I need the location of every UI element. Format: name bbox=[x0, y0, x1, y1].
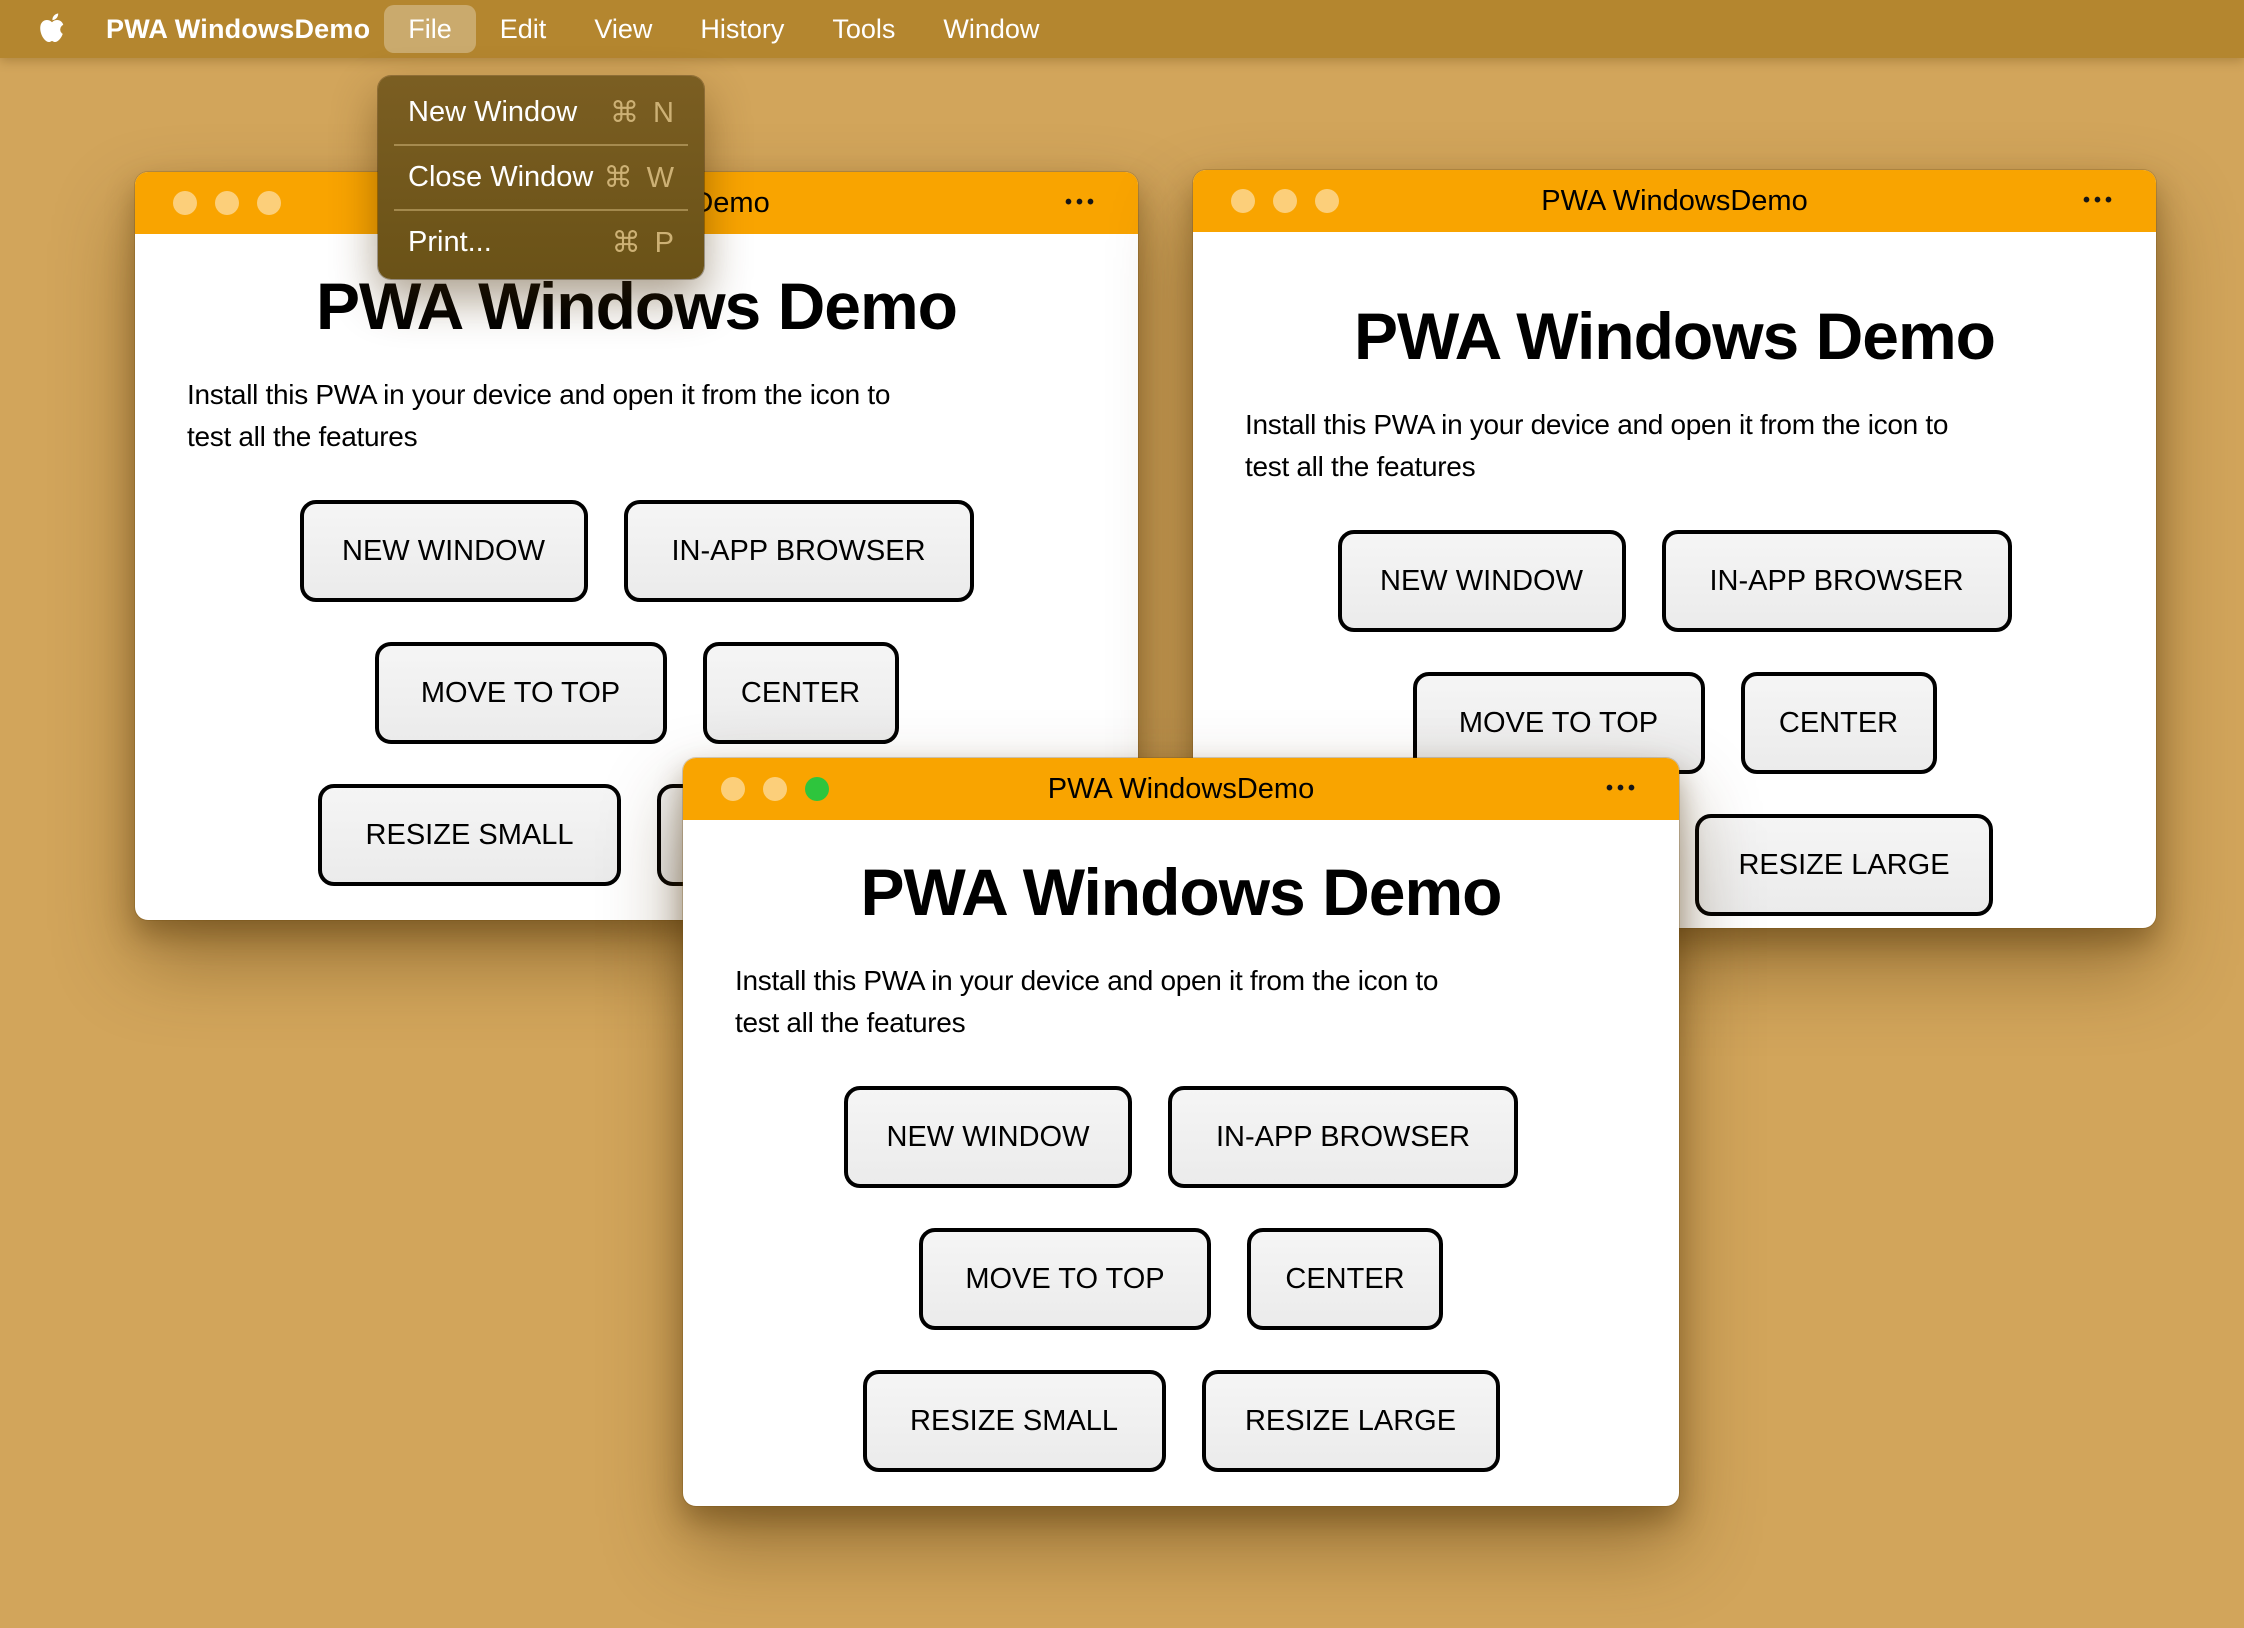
minimize-icon[interactable] bbox=[215, 191, 239, 215]
description-line: Install this PWA in your device and open… bbox=[735, 965, 1439, 996]
zoom-icon[interactable] bbox=[1315, 189, 1339, 213]
zoom-icon[interactable] bbox=[805, 777, 829, 801]
menubar: PWA WindowsDemo File Edit View History T… bbox=[0, 0, 2244, 58]
window-content: PWA Windows Demo Install this PWA in you… bbox=[683, 820, 1679, 1472]
close-icon[interactable] bbox=[721, 777, 745, 801]
minimize-icon[interactable] bbox=[763, 777, 787, 801]
button-row: MOVE TO TOP CENTER bbox=[735, 1228, 1627, 1330]
in-app-browser-button[interactable]: IN-APP BROWSER bbox=[623, 500, 974, 602]
menubar-app-name[interactable]: PWA WindowsDemo bbox=[106, 14, 370, 45]
menu-separator bbox=[394, 144, 688, 146]
menu-item-label: New Window bbox=[408, 96, 578, 128]
menu-item-close-window[interactable]: Close Window ⌘ W bbox=[378, 150, 704, 205]
button-row: RESIZE SMALL RESIZE LARGE bbox=[735, 1370, 1627, 1472]
shortcut-label: ⌘ P bbox=[611, 227, 677, 259]
pwa-window-front: PWA WindowsDemo ••• PWA Windows Demo Ins… bbox=[683, 758, 1679, 1506]
description: Install this PWA in your device and open… bbox=[187, 374, 1086, 458]
zoom-icon[interactable] bbox=[257, 191, 281, 215]
center-button[interactable]: CENTER bbox=[702, 642, 899, 744]
button-row: NEW WINDOW IN-APP BROWSER bbox=[1245, 530, 2104, 632]
center-button[interactable]: CENTER bbox=[1740, 672, 1937, 774]
resize-small-button[interactable]: RESIZE SMALL bbox=[318, 784, 621, 886]
menubar-item-edit[interactable]: Edit bbox=[476, 5, 571, 53]
menu-item-label: Close Window bbox=[408, 161, 594, 193]
page-title: PWA Windows Demo bbox=[860, 855, 1503, 929]
traffic-lights bbox=[173, 191, 281, 215]
shortcut-label: ⌘ W bbox=[603, 162, 677, 194]
menu-item-label: Print... bbox=[408, 226, 492, 258]
menu-separator bbox=[394, 209, 688, 211]
file-menu-dropdown: New Window ⌘ N Close Window ⌘ W Print...… bbox=[378, 76, 704, 279]
description: Install this PWA in your device and open… bbox=[1245, 404, 2104, 488]
description-line: Install this PWA in your device and open… bbox=[1245, 409, 1949, 440]
apple-icon[interactable] bbox=[38, 12, 66, 46]
page-title: PWA Windows Demo bbox=[316, 269, 958, 343]
in-app-browser-button[interactable]: IN-APP BROWSER bbox=[1168, 1086, 1518, 1188]
description-line: test all the features bbox=[1245, 451, 1476, 482]
menubar-item-tools[interactable]: Tools bbox=[808, 5, 919, 53]
more-menu-icon[interactable]: ••• bbox=[1065, 192, 1098, 215]
menubar-item-history[interactable]: History bbox=[676, 5, 808, 53]
center-button[interactable]: CENTER bbox=[1247, 1228, 1443, 1330]
more-menu-icon[interactable]: ••• bbox=[2083, 190, 2116, 213]
button-grid: NEW WINDOW IN-APP BROWSER MOVE TO TOP CE… bbox=[735, 1086, 1627, 1472]
button-row: NEW WINDOW IN-APP BROWSER bbox=[735, 1086, 1627, 1188]
resize-large-button[interactable]: RESIZE LARGE bbox=[1695, 814, 1993, 916]
close-icon[interactable] bbox=[1231, 189, 1255, 213]
move-to-top-button[interactable]: MOVE TO TOP bbox=[919, 1228, 1211, 1330]
button-row: NEW WINDOW IN-APP BROWSER bbox=[187, 500, 1086, 602]
resize-small-button[interactable]: RESIZE SMALL bbox=[862, 1370, 1166, 1472]
new-window-button[interactable]: NEW WINDOW bbox=[1337, 530, 1626, 632]
description-line: test all the features bbox=[735, 1007, 966, 1038]
window-title: PWA WindowsDemo bbox=[1047, 772, 1315, 805]
minimize-icon[interactable] bbox=[1273, 189, 1297, 213]
description: Install this PWA in your device and open… bbox=[735, 960, 1627, 1044]
description-line: test all the features bbox=[187, 421, 418, 452]
traffic-lights bbox=[721, 777, 829, 801]
shortcut-label: ⌘ N bbox=[610, 97, 677, 129]
new-window-button[interactable]: NEW WINDOW bbox=[299, 500, 588, 602]
resize-large-button[interactable]: RESIZE LARGE bbox=[1201, 1370, 1500, 1472]
description-line: Install this PWA in your device and open… bbox=[187, 379, 891, 410]
move-to-top-button[interactable]: MOVE TO TOP bbox=[374, 642, 667, 744]
menu-item-print[interactable]: Print... ⌘ P bbox=[378, 215, 704, 270]
in-app-browser-button[interactable]: IN-APP BROWSER bbox=[1661, 530, 2012, 632]
titlebar[interactable]: PWA WindowsDemo ••• bbox=[1193, 170, 2156, 232]
menubar-item-file[interactable]: File bbox=[384, 5, 476, 53]
menu-item-new-window[interactable]: New Window ⌘ N bbox=[378, 85, 704, 140]
page-title: PWA Windows Demo bbox=[1354, 299, 1996, 373]
more-menu-icon[interactable]: ••• bbox=[1606, 778, 1639, 801]
new-window-button[interactable]: NEW WINDOW bbox=[844, 1086, 1132, 1188]
menubar-items: File Edit View History Tools Window bbox=[384, 0, 1063, 58]
button-row: MOVE TO TOP CENTER bbox=[187, 642, 1086, 744]
close-icon[interactable] bbox=[173, 191, 197, 215]
menubar-item-view[interactable]: View bbox=[570, 5, 676, 53]
titlebar[interactable]: PWA WindowsDemo ••• bbox=[683, 758, 1679, 820]
traffic-lights bbox=[1231, 189, 1339, 213]
menubar-item-window[interactable]: Window bbox=[919, 5, 1063, 53]
